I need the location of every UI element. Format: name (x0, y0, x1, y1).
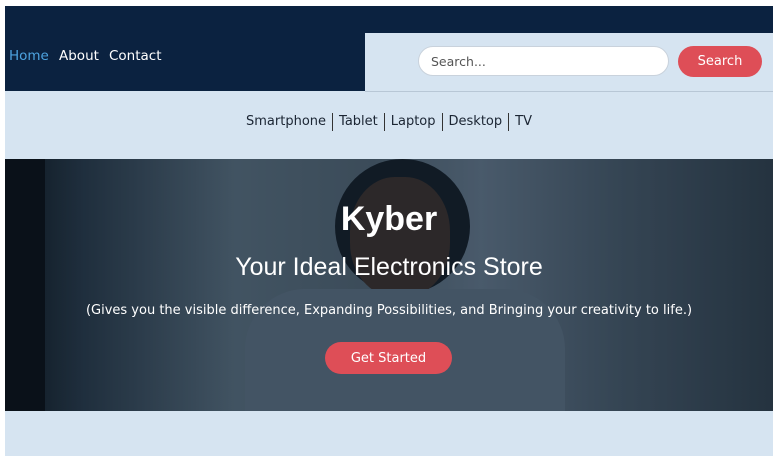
category-nav: Smartphone Tablet Laptop Desktop TV (5, 113, 773, 131)
page: Home About Contact Search SmartphoneTabl… (5, 6, 773, 456)
nav-link-contact[interactable]: Contact (109, 48, 162, 64)
category-tablet[interactable]: Tablet (332, 113, 384, 131)
category-desktop[interactable]: Desktop (441, 113, 509, 131)
category-tv[interactable]: TV (508, 113, 538, 131)
hero-title: Kyber (340, 200, 438, 238)
category-smartphone[interactable]: Smartphone (240, 113, 332, 131)
search-button[interactable]: Search (678, 46, 762, 77)
hero-tagline: (Gives you the visible difference, Expan… (85, 303, 693, 318)
hero-banner: Kyber Your Ideal Electronics Store (Give… (5, 159, 773, 411)
hero-subtitle: Your Ideal Electronics Store (235, 253, 543, 281)
nav-link-home[interactable]: Home (9, 48, 49, 64)
search-input[interactable] (418, 46, 669, 76)
search-bar: Search (365, 33, 773, 92)
get-started-button[interactable]: Get Started (325, 342, 452, 374)
category-laptop[interactable]: Laptop (383, 113, 442, 131)
nav-link-about[interactable]: About (59, 48, 99, 64)
top-bar (5, 6, 773, 33)
